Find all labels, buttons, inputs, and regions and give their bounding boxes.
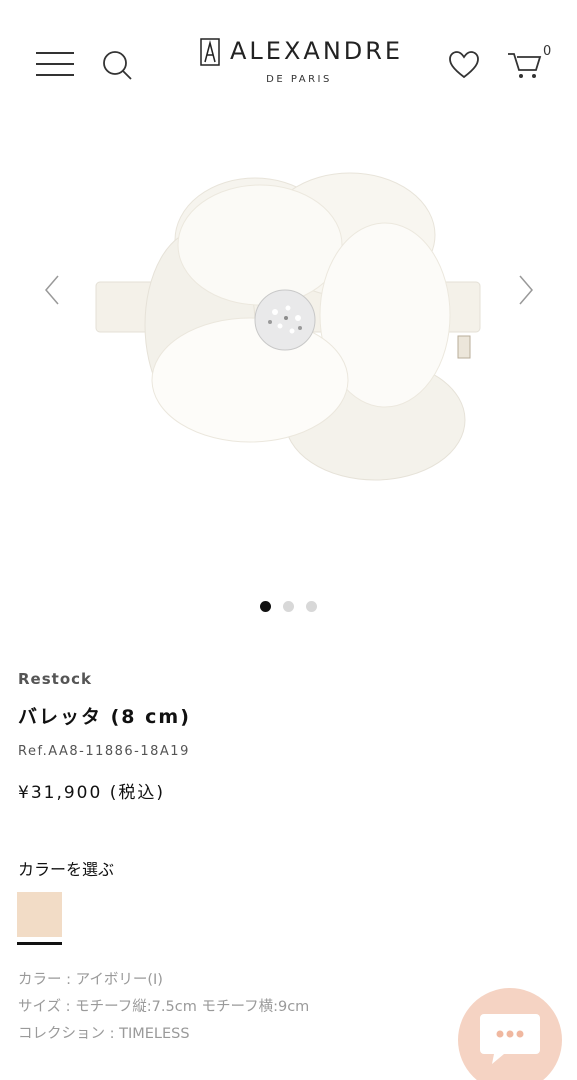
logo-mark-icon — [200, 38, 220, 66]
heart-icon[interactable] — [448, 50, 480, 80]
chevron-right-icon[interactable] — [510, 270, 540, 310]
spec-color: カラー : アイボリー(I) — [18, 972, 163, 988]
hamburger-menu-icon[interactable] — [36, 50, 74, 78]
product-price: ¥31,900 (税込) — [18, 783, 165, 803]
color-select-heading: カラーを選ぶ — [18, 860, 115, 879]
product-reference: Ref.AA8-11886-18A19 — [18, 744, 190, 759]
carousel-dot[interactable] — [260, 601, 271, 612]
carousel-pagination — [0, 596, 577, 612]
product-title: バレッタ (8 cm) — [18, 706, 191, 728]
logo-sub-text: DE PARIS — [266, 74, 332, 85]
product-image — [95, 172, 481, 481]
chevron-left-icon[interactable] — [38, 270, 68, 310]
chat-bubble-icon[interactable] — [478, 1010, 542, 1068]
carousel-dot[interactable] — [306, 601, 317, 612]
site-header: ALEXANDRE DE PARIS 0 — [0, 0, 577, 120]
color-swatch-ivory[interactable] — [17, 892, 62, 937]
carousel-dot[interactable] — [283, 601, 294, 612]
restock-badge: Restock — [18, 670, 92, 688]
cart-count-badge: 0 — [543, 44, 552, 59]
product-image-carousel[interactable] — [0, 130, 577, 580]
spec-size: サイズ : モチーフ縦:7.5cm モチーフ横:9cm — [18, 999, 310, 1015]
search-icon[interactable] — [100, 48, 134, 82]
spec-collection: コレクション : TIMELESS — [18, 1026, 190, 1042]
brand-logo[interactable]: ALEXANDRE DE PARIS — [196, 36, 400, 90]
swatch-selected-indicator — [17, 942, 62, 945]
logo-main-text: ALEXANDRE — [230, 37, 404, 65]
